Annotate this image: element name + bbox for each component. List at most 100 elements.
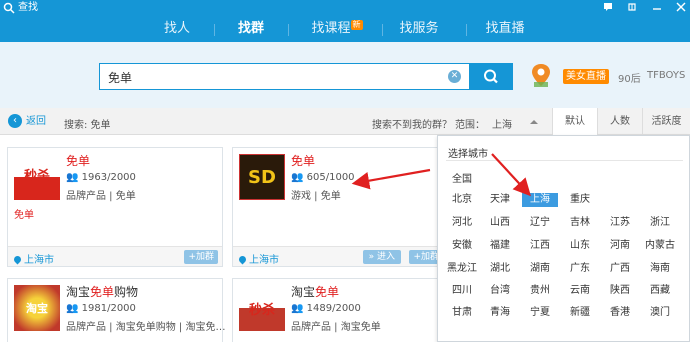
- location-pin-icon: [237, 254, 248, 265]
- name-highlight: 免单: [291, 154, 316, 168]
- city-option[interactable]: 河北: [444, 216, 480, 230]
- city-option[interactable]: 江西: [522, 239, 558, 253]
- city-picker-title: 选择城市: [448, 149, 488, 160]
- city-option[interactable]: 西藏: [642, 284, 678, 298]
- group-name[interactable]: 淘宝免单: [291, 283, 339, 300]
- member-count: 👥 605/1000: [291, 172, 355, 183]
- nav-divider: [466, 24, 467, 36]
- group-card[interactable]: 秒杀 淘宝免单 👥 1489/2000 品牌产品 | 淘宝免单: [232, 278, 448, 342]
- hot-word[interactable]: TFBOYS: [647, 70, 685, 81]
- city-option[interactable]: 陕西: [602, 284, 638, 298]
- tab-find-courses[interactable]: 找课程新: [302, 18, 372, 40]
- caret-up-icon[interactable]: [530, 120, 538, 124]
- city-option[interactable]: 内蒙古: [642, 239, 678, 253]
- city-option[interactable]: 香港: [602, 306, 638, 320]
- sort-activity[interactable]: 活跃度: [642, 108, 690, 135]
- main-nav: 找人 找群 找课程新 找服务 找直播: [0, 16, 690, 42]
- city-option[interactable]: 重庆: [562, 193, 598, 207]
- city-option[interactable]: 贵州: [522, 284, 558, 298]
- city-option[interactable]: 云南: [562, 284, 598, 298]
- group-tags: 游戏 | 免单: [291, 191, 341, 202]
- hot-word[interactable]: 90后: [618, 70, 641, 85]
- city-option[interactable]: 北京: [444, 193, 480, 207]
- city-option[interactable]: 上海: [522, 193, 558, 207]
- back-button[interactable]: ‹ 返回: [8, 114, 46, 130]
- close-icon[interactable]: [675, 2, 687, 14]
- city-option[interactable]: 吉林: [562, 216, 598, 230]
- name-suffix: 购物: [114, 285, 139, 299]
- feedback-icon[interactable]: [602, 2, 614, 14]
- sort-default[interactable]: 默认: [552, 108, 597, 135]
- group-avatar: 秒杀: [14, 154, 60, 200]
- name-prefix: 淘宝: [66, 285, 91, 299]
- minimize-icon[interactable]: [651, 2, 663, 14]
- search-band: ✕ 美女直播 90后 TFBOYS: [0, 42, 690, 108]
- avatar-text: SD: [248, 166, 276, 188]
- members-icon: 👥: [66, 172, 79, 183]
- city-option[interactable]: 浙江: [642, 216, 678, 230]
- group-red-tag: 免单: [14, 210, 34, 221]
- city-option[interactable]: 江苏: [602, 216, 638, 230]
- not-found-link[interactable]: 搜索不到我的群？: [372, 116, 452, 131]
- city-option[interactable]: 澳门: [642, 306, 678, 320]
- group-avatar: 秒杀: [239, 285, 285, 331]
- member-count: 👥 1963/2000: [66, 172, 136, 183]
- tab-find-live[interactable]: 找直播: [478, 18, 532, 40]
- group-card[interactable]: 淘宝 淘宝免单购物 👥 1981/2000 品牌产品 | 淘宝免单购物 | 淘宝…: [7, 278, 225, 342]
- group-name[interactable]: 淘宝免单购物: [66, 283, 138, 300]
- city-option[interactable]: 宁夏: [522, 306, 558, 320]
- skin-icon[interactable]: [626, 2, 638, 14]
- name-prefix: 淘宝: [291, 285, 316, 299]
- group-name[interactable]: 免单: [291, 152, 315, 169]
- avatar-text: 秒杀: [248, 302, 275, 318]
- tab-find-groups[interactable]: 找群: [224, 18, 278, 40]
- city-option[interactable]: 湖南: [522, 262, 558, 276]
- city-option[interactable]: 河南: [602, 239, 638, 253]
- name-highlight: 免单: [90, 285, 115, 299]
- avatar-text: 秒杀: [23, 169, 50, 184]
- city-option[interactable]: 广西: [602, 262, 638, 276]
- tab-find-people[interactable]: 找人: [150, 18, 204, 40]
- member-count: 👥 1489/2000: [291, 303, 361, 314]
- tab-label: 找人: [163, 21, 190, 36]
- city-all[interactable]: 全国: [452, 170, 472, 185]
- name-highlight: 免单: [66, 154, 91, 168]
- city-option[interactable]: 山东: [562, 239, 598, 253]
- group-card[interactable]: SD 免单 👥 605/1000 游戏 | 免单 上海市 » 进入 +加群: [232, 147, 448, 267]
- member-count: 👥 1981/2000: [66, 303, 136, 314]
- enter-group-button[interactable]: » 进入: [362, 250, 401, 264]
- tab-find-services[interactable]: 找服务: [392, 18, 446, 40]
- group-name[interactable]: 免单: [66, 152, 90, 169]
- city-select[interactable]: 上海: [492, 116, 512, 131]
- city-option[interactable]: 青海: [482, 306, 518, 320]
- divider: [446, 160, 683, 161]
- sort-members[interactable]: 人数: [597, 108, 642, 135]
- tab-label: 找服务: [399, 21, 439, 36]
- city-option[interactable]: 辽宁: [522, 216, 558, 230]
- group-card[interactable]: 秒杀 免单 👥 1963/2000 品牌产品 | 免单 免单 上海市 +加群: [7, 147, 223, 267]
- nav-divider: [288, 24, 289, 36]
- city-option[interactable]: 福建: [482, 239, 518, 253]
- city-option[interactable]: 黑龙江: [444, 262, 480, 276]
- city-option[interactable]: 甘肃: [444, 306, 480, 320]
- join-group-button[interactable]: +加群: [184, 250, 218, 264]
- hot-live-badge[interactable]: 美女直播: [563, 69, 609, 84]
- city-option[interactable]: 台湾: [482, 284, 518, 298]
- member-count-text: 605/1000: [306, 172, 355, 183]
- search-button[interactable]: [470, 63, 513, 90]
- clear-search-icon[interactable]: ✕: [448, 70, 461, 83]
- members-icon: 👥: [291, 172, 304, 183]
- search-input[interactable]: [108, 68, 438, 86]
- tab-label: 找课程: [311, 21, 351, 36]
- map-pin-icon[interactable]: [530, 62, 552, 90]
- city-option[interactable]: 山西: [482, 216, 518, 230]
- city-option[interactable]: 四川: [444, 284, 480, 298]
- city-option[interactable]: 天津: [482, 193, 518, 207]
- city-option[interactable]: 湖北: [482, 262, 518, 276]
- search-breadcrumb: 搜索: 免单: [64, 120, 111, 131]
- member-count-text: 1981/2000: [81, 303, 136, 314]
- city-option[interactable]: 海南: [642, 262, 678, 276]
- city-option[interactable]: 安徽: [444, 239, 480, 253]
- city-option[interactable]: 新疆: [562, 306, 598, 320]
- city-option[interactable]: 广东: [562, 262, 598, 276]
